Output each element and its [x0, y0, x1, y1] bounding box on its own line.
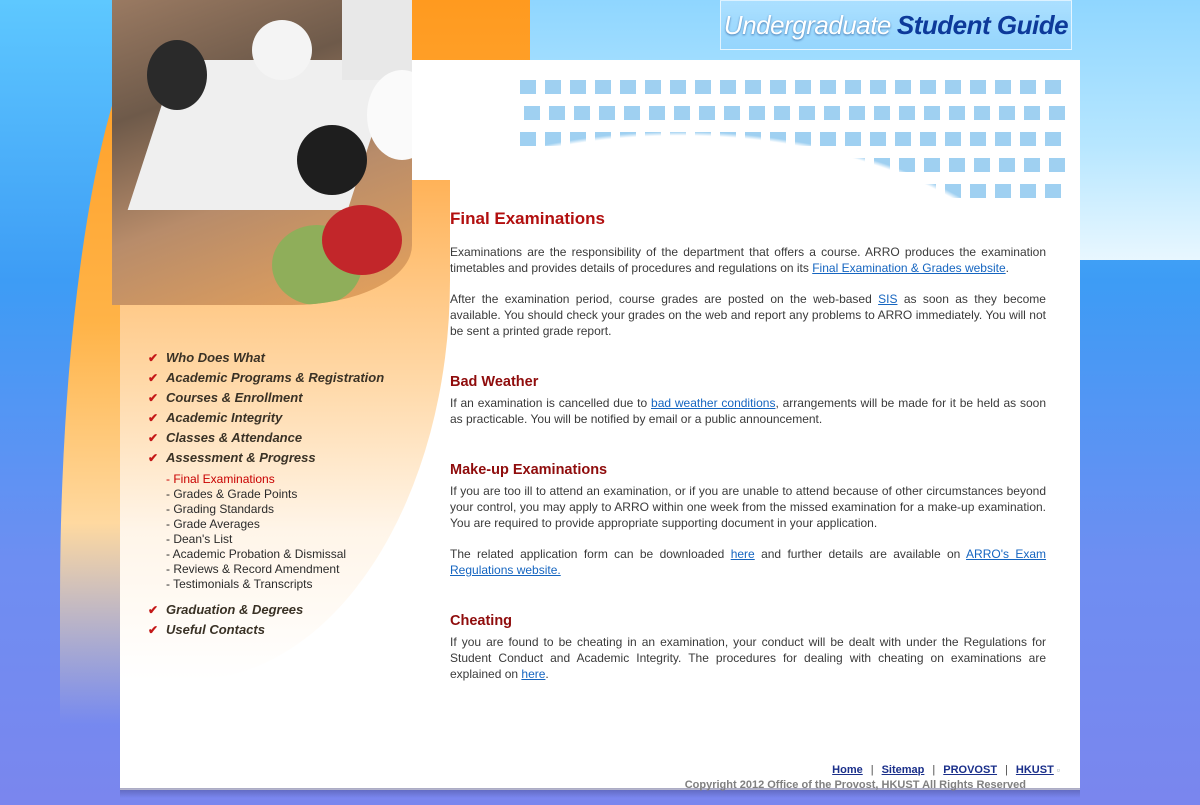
nav-item-courses-enrollment[interactable]: ✔︎ Courses & Enrollment [148, 388, 418, 408]
final-exam-grades-link[interactable]: Final Examination & Grades website [812, 261, 1005, 275]
intro-text-end: . [1005, 261, 1009, 275]
bad-weather-link[interactable]: bad weather conditions [651, 396, 775, 410]
chevron-down-icon: ✔︎ [148, 451, 159, 465]
makeup-form-text-mid: and further details are available on [754, 547, 967, 561]
external-link-icon: ▫ [1056, 765, 1060, 775]
grades-text: After the examination period, course gra… [450, 292, 879, 306]
site-title-part2: Student Guide [896, 9, 1069, 40]
footer-separator: | [1005, 764, 1008, 776]
nav-item-label: Courses & Enrollment [166, 390, 303, 405]
main-content: Final Examinations Examinations are the … [450, 208, 1046, 682]
footer-sitemap-link[interactable]: Sitemap [882, 764, 925, 776]
site-title-part1: Undergraduate [723, 9, 891, 40]
chevron-down-icon: ✔︎ [148, 391, 159, 405]
nav-submenu-assessment: - Final Examinations - Grades & Grade Po… [166, 472, 418, 592]
nav-item-academic-integrity[interactable]: ✔︎ Academic Integrity [148, 408, 418, 428]
grades-paragraph: After the examination period, course gra… [450, 291, 1046, 339]
students-photo [112, 0, 412, 305]
cheating-paragraph: If you are found to be cheating in an ex… [450, 634, 1046, 682]
cheating-text-end: . [545, 667, 549, 681]
photo-person [252, 20, 312, 80]
subnav-grades-grade-points[interactable]: - Grades & Grade Points [166, 487, 418, 502]
nav-item-label: Useful Contacts [166, 622, 265, 637]
nav-item-label: Who Does What [166, 350, 265, 365]
chevron-down-icon: ✔︎ [148, 603, 159, 617]
chevron-down-icon: ✔︎ [148, 371, 159, 385]
nav-item-label: Academic Integrity [166, 410, 283, 425]
photo-table [342, 0, 412, 80]
nav-item-label: Assessment & Progress [166, 450, 316, 465]
nav-item-useful-contacts[interactable]: ✔︎ Useful Contacts [148, 620, 418, 640]
footer: Home | Sitemap | PROVOST | HKUST ▫ Copyright 20… [620, 762, 1060, 792]
chevron-down-icon: ✔︎ [148, 431, 159, 445]
nav-item-who-does-what[interactable]: ✔︎ Who Does What [148, 348, 418, 368]
nav-item-academic-programs[interactable]: ✔︎ Academic Programs & Registration [148, 368, 418, 388]
nav-item-classes-attendance[interactable]: ✔︎ Classes & Attendance [148, 428, 418, 448]
chevron-down-icon: ✔︎ [148, 623, 159, 637]
nav-item-assessment-progress[interactable]: ✔︎ Assessment & Progress [148, 448, 418, 468]
makeup-form-text: The related application form can be down… [450, 547, 731, 561]
sis-link[interactable]: SIS [878, 292, 897, 306]
intro-paragraph: Examinations are the responsibility of t… [450, 244, 1046, 276]
bad-weather-paragraph: If an examination is cancelled due to ba… [450, 395, 1046, 427]
nav-item-label: Graduation & Degrees [166, 602, 304, 617]
photo-person [147, 40, 207, 110]
footer-home-link[interactable]: Home [832, 764, 863, 776]
sidebar-nav: ✔︎ Who Does What ✔︎ Academic Programs & Re… [148, 348, 418, 640]
nav-item-graduation-degrees[interactable]: ✔︎ Graduation & Degrees [148, 600, 418, 620]
bad-weather-text: If an examination is cancelled due to [450, 396, 652, 410]
subnav-grade-averages[interactable]: - Grade Averages [166, 517, 418, 532]
makeup-paragraph: If you are too ill to attend an examinat… [450, 484, 1046, 530]
cheating-heading: Cheating [450, 613, 513, 629]
chevron-down-icon: ✔︎ [148, 351, 159, 365]
subnav-testimonials-transcripts[interactable]: - Testimonials & Transcripts [166, 577, 418, 592]
cheating-procedures-link[interactable]: here [521, 667, 545, 681]
page-title: Final Examinations [450, 209, 605, 228]
copyright-text: Copyright 2012 Office of the Provost, HK… [684, 779, 1026, 791]
bad-weather-heading: Bad Weather [450, 374, 539, 390]
subnav-grading-standards[interactable]: - Grading Standards [166, 502, 418, 517]
footer-provost-link[interactable]: PROVOST [943, 764, 997, 776]
photo-person [322, 205, 402, 275]
footer-hkust-link[interactable]: HKUST [1016, 764, 1054, 776]
nav-item-label: Classes & Attendance [166, 430, 303, 445]
site-title: Undergraduate Student Guide [720, 0, 1072, 50]
makeup-form-paragraph: The related application form can be down… [450, 546, 1046, 578]
subnav-probation-dismissal[interactable]: - Academic Probation & Dismissal [166, 547, 418, 562]
application-form-link[interactable]: here [731, 547, 755, 561]
photo-person [297, 125, 367, 195]
footer-separator: | [932, 764, 936, 776]
footer-links: Home | Sitemap | PROVOST | HKUST ▫ [620, 762, 1060, 778]
chevron-down-icon: ✔︎ [148, 411, 159, 425]
subnav-reviews-amendment[interactable]: - Reviews & Record Amendment [166, 562, 418, 577]
subnav-final-examinations[interactable]: - Final Examinations [166, 472, 418, 487]
footer-separator: | [870, 764, 874, 776]
subnav-deans-list[interactable]: - Dean's List [166, 532, 418, 547]
nav-item-label: Academic Programs & Registration [166, 370, 385, 385]
makeup-heading: Make-up Examinations [450, 462, 608, 478]
